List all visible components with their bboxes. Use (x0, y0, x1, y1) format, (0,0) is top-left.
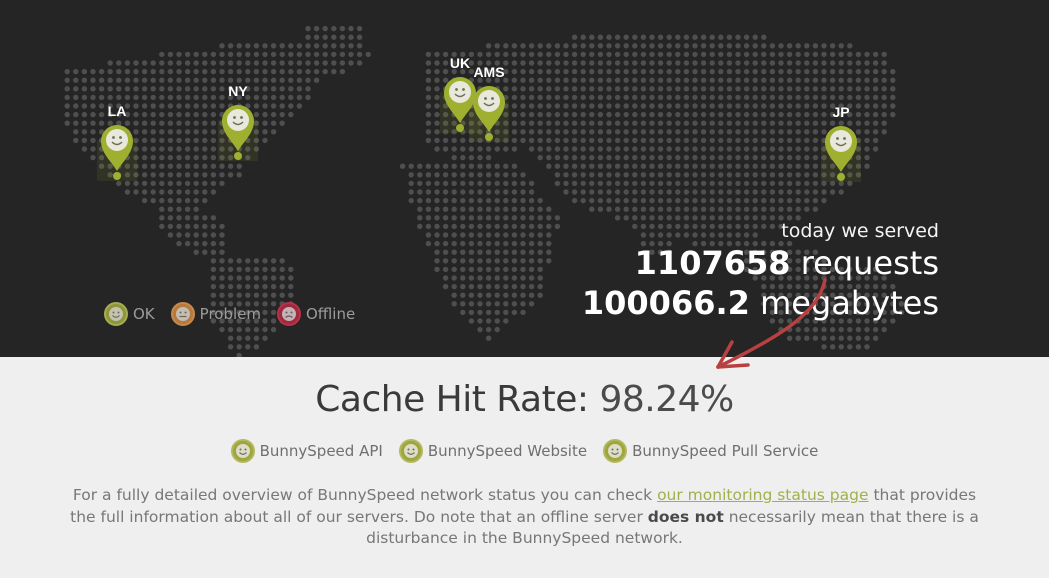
legend-problem: Problem (170, 302, 261, 326)
legend-offline-label: Offline (305, 305, 356, 323)
location-pin-icon (97, 125, 137, 181)
service-pull: BunnySpeed Pull Service (603, 439, 818, 463)
problem-neutral-icon (170, 302, 195, 326)
network-notice: For a fully detailed overview of BunnySp… (60, 485, 989, 550)
offline-sad-icon (276, 302, 301, 326)
legend-ok: OK (104, 302, 155, 326)
notice-text-1: For a fully detailed overview of BunnySp… (72, 486, 653, 504)
ok-smiley-icon (230, 439, 255, 463)
service-label: BunnySpeed Pull Service (632, 442, 819, 460)
legend-offline: Offline (276, 302, 356, 326)
location-pin-icon (821, 126, 861, 182)
cache-hit-rate: Cache Hit Rate: 98.24% (0, 379, 1049, 420)
legend-ok-label: OK (133, 305, 155, 323)
pin-label: AMS (473, 64, 505, 80)
service-label: BunnySpeed Website (427, 442, 588, 460)
service-website: BunnySpeed Website (398, 439, 588, 463)
ok-smiley-icon (398, 439, 423, 463)
cache-label: Cache Hit Rate: (315, 379, 589, 420)
pin-label: NY (228, 83, 248, 99)
service-label: BunnySpeed API (259, 442, 383, 460)
stats-caption: today we served (781, 220, 939, 242)
status-details-section: Cache Hit Rate: 98.24% BunnySpeed API Bu… (0, 357, 1049, 578)
pin-label: LA (107, 103, 127, 119)
location-pin-icon (218, 105, 258, 161)
legend-problem-label: Problem (199, 305, 261, 323)
hero-map-section: LA NY UK AMS JP OK Problem Offline today… (0, 0, 1049, 357)
notice-emphasis: does not (647, 507, 724, 526)
cache-value: 98.24% (599, 379, 734, 420)
ok-smiley-icon (104, 302, 128, 326)
monitoring-status-link[interactable]: our monitoring status page (657, 486, 868, 504)
pin-label: JP (832, 104, 850, 120)
ok-smiley-icon (603, 439, 628, 463)
location-pin-icon (469, 86, 509, 142)
service-api: BunnySpeed API (230, 439, 383, 463)
status-legend: OK Problem Offline (104, 302, 355, 326)
service-status-list: BunnySpeed API BunnySpeed Website BunnyS… (0, 439, 1049, 463)
